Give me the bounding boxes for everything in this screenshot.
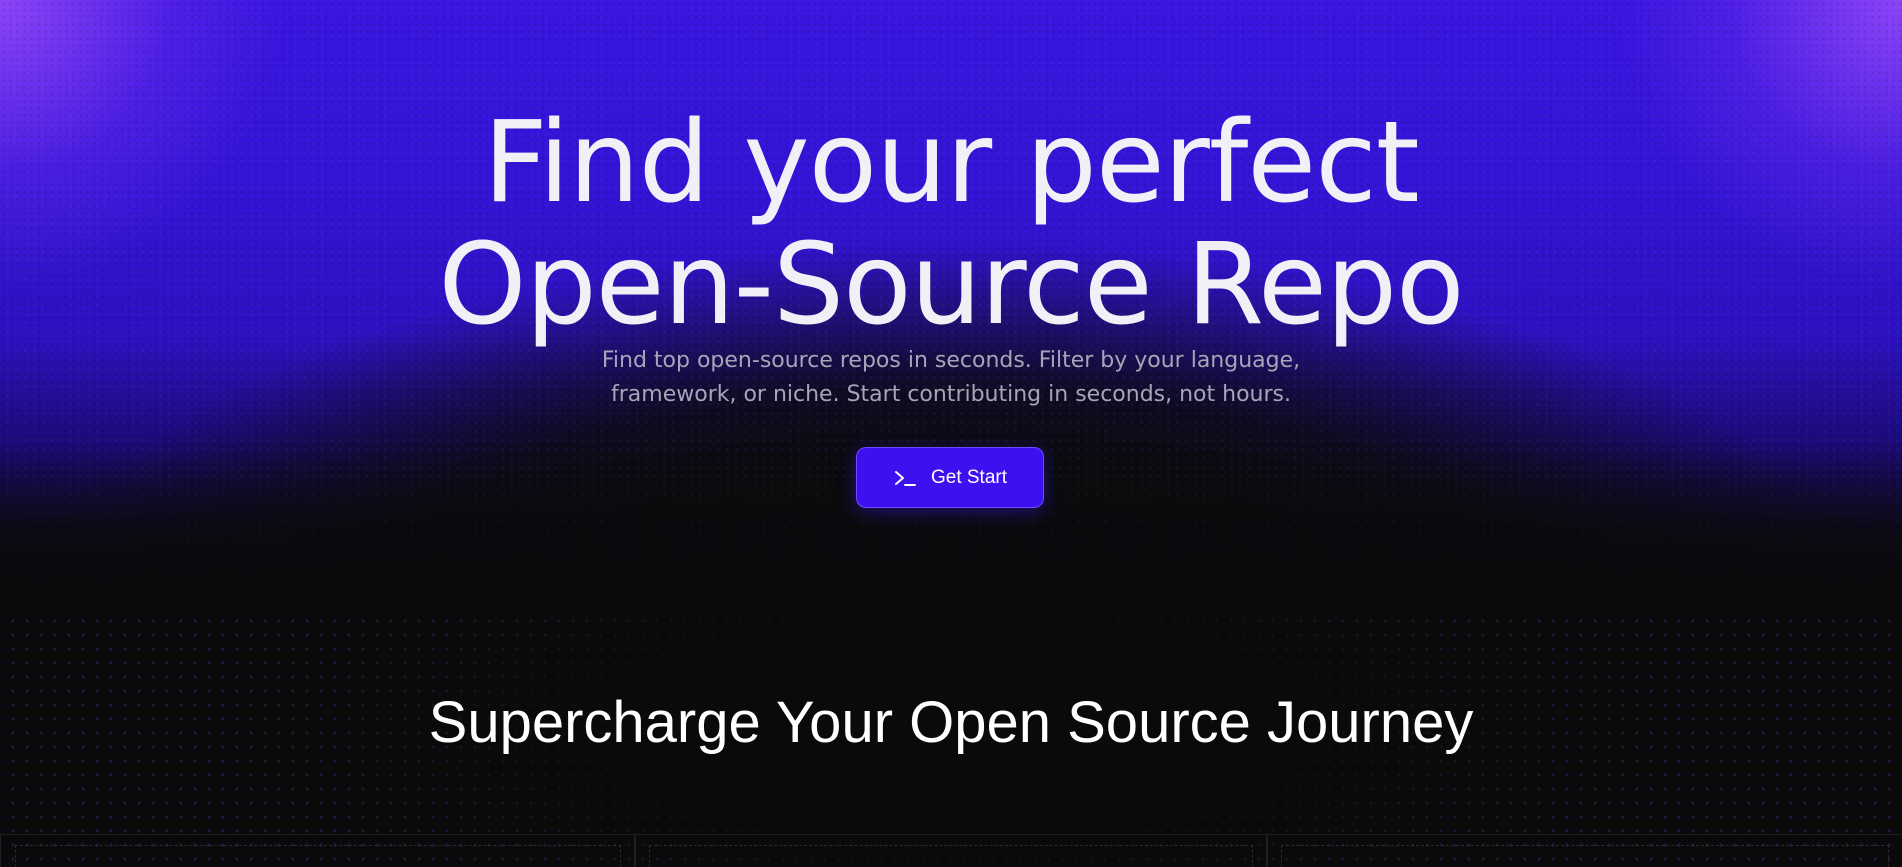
features-section: Supercharge Your Open Source Journey bbox=[0, 608, 1902, 867]
hero-section: Find your perfect Open-Source Repo Find … bbox=[0, 0, 1902, 608]
hero-title: Find your perfect Open-Source Repo bbox=[0, 102, 1902, 346]
terminal-icon bbox=[893, 467, 919, 489]
feature-card-1 bbox=[0, 835, 636, 867]
feature-card-2-inner bbox=[649, 845, 1253, 867]
feature-card-3-inner bbox=[1281, 845, 1889, 867]
get-start-button-label: Get Start bbox=[930, 466, 1008, 488]
hero-subtitle: Find top open-source repos in seconds. F… bbox=[601, 348, 1301, 407]
hero-title-line-1: Find your perfect bbox=[483, 98, 1419, 228]
feature-card-3 bbox=[1266, 835, 1902, 867]
hero-title-line-2: Open-Source Repo bbox=[438, 220, 1464, 350]
features-heading: Supercharge Your Open Source Journey bbox=[428, 690, 1474, 755]
feature-card-1-inner bbox=[15, 845, 621, 867]
feature-cards-row bbox=[0, 834, 1902, 867]
feature-card-2 bbox=[634, 835, 1268, 867]
landing-page: Find your perfect Open-Source Repo Find … bbox=[0, 0, 1902, 867]
get-start-button[interactable]: Get Start bbox=[856, 447, 1044, 508]
